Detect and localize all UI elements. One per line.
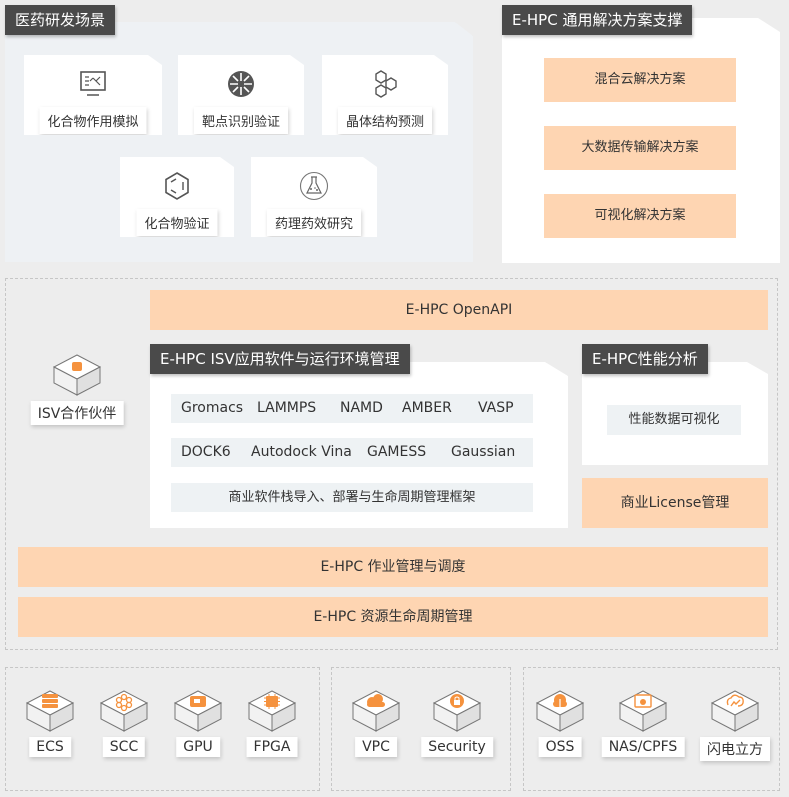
flask-icon xyxy=(299,171,329,201)
hexagon-cluster-icon xyxy=(370,69,400,99)
software-item[interactable]: VASP xyxy=(478,394,514,423)
cluster-icon xyxy=(99,690,149,732)
resource-label: OSS xyxy=(538,737,582,757)
scenario-card-label: 晶体结构预测 xyxy=(338,107,432,134)
target-wheel-icon xyxy=(226,69,256,99)
software-item[interactable]: Gromacs xyxy=(181,394,257,423)
scenario-card-crystal-prediction[interactable]: 晶体结构预测 xyxy=(322,55,448,135)
resource-label: FPGA xyxy=(246,737,298,757)
solution-hybrid-cloud[interactable]: 混合云解决方案 xyxy=(544,58,736,102)
isv-partner-label: ISV合作伙伴 xyxy=(30,401,124,425)
isv-partner-cube-icon xyxy=(52,354,102,396)
isv-partner[interactable]: ISV合作伙伴 xyxy=(22,352,132,432)
resource-label: ECS xyxy=(29,737,71,757)
scenario-card-label: 药理药效研究 xyxy=(267,209,361,236)
resource-label: Security xyxy=(421,737,493,757)
molecule-simulation-monitor-icon xyxy=(78,69,108,99)
resource-management-bar[interactable]: E-HPC 资源生命周期管理 xyxy=(18,597,768,637)
software-row-2: DOCK6 Autodock Vina GAMESS Gaussian xyxy=(171,438,533,467)
cloud-network-icon xyxy=(351,690,401,732)
resource-label: 闪电立方 xyxy=(700,737,770,761)
software-lifecycle-framework[interactable]: 商业软件栈导入、部署与生命周期管理框架 xyxy=(171,483,533,512)
performance-visualization[interactable]: 性能数据可视化 xyxy=(607,405,741,435)
software-item[interactable]: Gaussian xyxy=(451,438,515,467)
solution-big-data-transfer[interactable]: 大数据传输解决方案 xyxy=(544,126,736,170)
cloud-lightning-icon xyxy=(710,690,760,732)
software-row-1: Gromacs LAMMPS NAMD AMBER VASP xyxy=(171,394,533,423)
scenario-card-label: 化合物作用模拟 xyxy=(39,107,146,134)
performance-panel-title: E-HPC性能分析 xyxy=(582,344,708,374)
resource-label: GPU xyxy=(176,737,220,757)
shield-lock-icon xyxy=(432,690,482,732)
scenario-panel-title: 医药研发场景 xyxy=(5,5,116,35)
resource-label: SCC xyxy=(102,737,146,757)
chip-icon xyxy=(247,690,297,732)
server-stack-icon xyxy=(25,690,75,732)
software-item[interactable]: GAMESS xyxy=(367,438,451,467)
job-management-bar[interactable]: E-HPC 作业管理与调度 xyxy=(18,547,768,587)
scenario-card-target-validation[interactable]: 靶点识别验证 xyxy=(178,55,304,135)
gpu-card-icon xyxy=(173,690,223,732)
resource-label: NAS/CPFS xyxy=(601,737,685,757)
scenario-card-label: 靶点识别验证 xyxy=(194,107,288,134)
software-item[interactable]: NAMD xyxy=(340,394,402,423)
scenario-card-label: 化合物验证 xyxy=(136,209,217,236)
software-item[interactable]: LAMMPS xyxy=(257,394,340,423)
scenario-card-compound-simulation[interactable]: 化合物作用模拟 xyxy=(24,55,162,135)
benzene-ring-icon xyxy=(162,171,192,201)
isv-panel-title: E-HPC ISV应用软件与运行环境管理 xyxy=(150,344,410,374)
solutions-panel-title: E-HPC 通用解决方案支撑 xyxy=(502,5,693,35)
software-item[interactable]: AMBER xyxy=(402,394,478,423)
resource-label: VPC xyxy=(355,737,397,757)
scenario-card-compound-validation[interactable]: 化合物验证 xyxy=(120,157,234,237)
folder-cloud-icon xyxy=(618,690,668,732)
scenario-card-pharmacology[interactable]: 药理药效研究 xyxy=(251,157,377,237)
cloud-upload-icon xyxy=(535,690,585,732)
solution-visualization[interactable]: 可视化解决方案 xyxy=(544,194,736,238)
license-management[interactable]: 商业License管理 xyxy=(582,478,768,528)
software-item[interactable]: DOCK6 xyxy=(181,438,251,467)
software-item[interactable]: Autodock Vina xyxy=(251,438,367,467)
openapi-bar[interactable]: E-HPC OpenAPI xyxy=(150,290,768,330)
